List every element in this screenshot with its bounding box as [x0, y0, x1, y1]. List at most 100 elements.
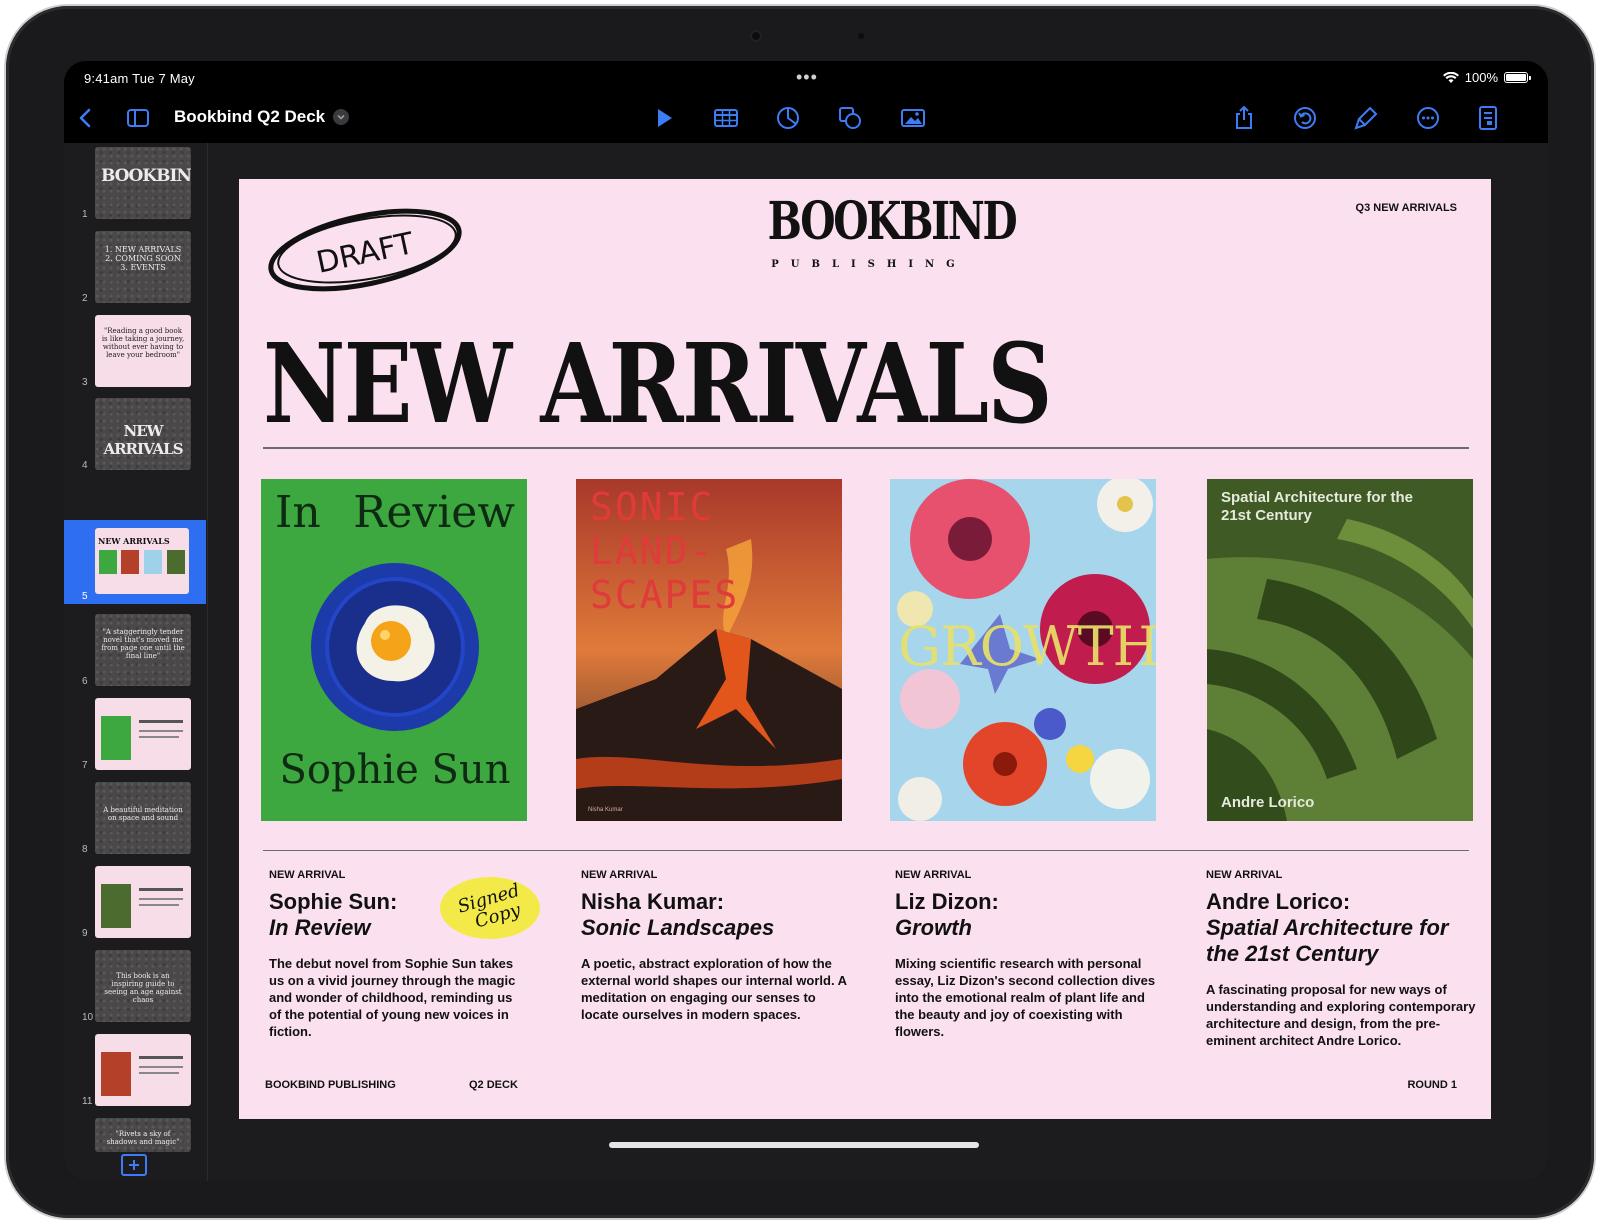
chevron-down-icon	[333, 109, 350, 125]
book-description-4[interactable]: NEW ARRIVAL Andre Lorico: Spatial Archit…	[1206, 869, 1478, 1049]
thumb-cover	[101, 1052, 131, 1096]
thumb-line	[139, 1056, 183, 1059]
media-icon[interactable]	[897, 103, 929, 133]
slide-thumbnail-10[interactable]: This book is an inspiring guide to seein…	[95, 950, 191, 1022]
slide-headline[interactable]: NEW ARRIVALS	[263, 319, 1052, 448]
document-title-menu[interactable]: Bookbind Q2 Deck	[174, 107, 350, 127]
slide-number: 5	[82, 591, 88, 602]
thumb-cover	[167, 550, 185, 574]
slide-number: 7	[82, 760, 88, 771]
status-right: 100%	[1442, 70, 1531, 85]
more-icon[interactable]	[1412, 103, 1444, 133]
add-slide-button[interactable]	[121, 1154, 147, 1176]
slide-thumbnail-9[interactable]	[95, 866, 191, 938]
thumb-line	[139, 730, 183, 732]
book-blurb: The debut novel from Sophie Sun takes us…	[269, 956, 516, 1039]
shapes-icon[interactable]	[834, 103, 866, 133]
thumb-text: NEW ARRIVALS	[103, 422, 183, 458]
book-title: Growth	[895, 915, 972, 940]
battery-percent: 100%	[1464, 70, 1498, 85]
front-camera	[750, 30, 762, 42]
battery-icon	[1504, 72, 1531, 83]
logo-word: BOOKBIND	[767, 191, 1018, 252]
wifi-icon	[1442, 71, 1459, 83]
cover-author: Sophie Sun	[279, 747, 511, 793]
slide-number: 6	[82, 676, 88, 687]
thumb-line	[139, 898, 183, 900]
book-author: Andre Lorico:	[1206, 889, 1351, 914]
book-description-2[interactable]: NEW ARRIVAL Nisha Kumar: Sonic Landscape…	[581, 869, 851, 1023]
thumb-text: NEW ARRIVALS	[98, 536, 170, 546]
slide-thumbnail-4[interactable]: NEW ARRIVALS	[95, 398, 191, 470]
slide-thumbnail-6[interactable]: "A staggeringly tender novel that's move…	[95, 614, 191, 686]
current-slide[interactable]: DRAFT BOOKBIND PUBLISHING Q3 NEW ARRIVAL…	[239, 179, 1491, 1119]
slide-tag: Q3 NEW ARRIVALS	[1355, 202, 1457, 214]
book-blurb: A fascinating proposal for new ways of u…	[1206, 982, 1476, 1048]
thumb-cover	[144, 550, 162, 574]
book-heading: Andre Lorico: Spatial Architecture for t…	[1206, 889, 1478, 967]
new-arrival-tag: NEW ARRIVAL	[1206, 869, 1283, 881]
thumb-line	[139, 888, 183, 891]
share-icon[interactable]	[1228, 103, 1260, 133]
book-cover-spatial-architecture[interactable]: Spatial Architecture for the 21st Centur…	[1207, 479, 1473, 821]
cover-author: Nisha Kumar	[588, 807, 623, 813]
slide-thumbnail-8[interactable]: A beautiful meditation on space and soun…	[95, 782, 191, 854]
status-time: 9:41am Tue 7 May	[84, 71, 195, 86]
book-cover-growth[interactable]: GROWTH	[890, 479, 1156, 821]
book-cover-sonic-landscapes[interactable]: SONIC LAND- SCAPES Nisha Kumar	[576, 479, 842, 821]
thumb-line	[139, 720, 183, 723]
thumb-text: BOOKBIND	[101, 166, 191, 186]
cover-title-right: Review	[353, 487, 515, 538]
slide-number: 8	[82, 844, 88, 855]
cover-title-line: SCAPES	[590, 573, 740, 617]
format-icon[interactable]	[1350, 103, 1382, 133]
cover-title: Spatial Architecture for the 21st Centur…	[1221, 489, 1413, 524]
slide-thumbnail-3[interactable]: "Reading a good book is like taking a jo…	[95, 315, 191, 387]
slide-thumbnail-12[interactable]: "Rivets a sky of shadows and magic"	[95, 1118, 191, 1152]
book-author: Liz Dizon:	[895, 889, 999, 914]
book-title: Spatial Architecture for the 21st Centur…	[1206, 915, 1449, 966]
slide-number: 3	[82, 377, 88, 388]
book-description-3[interactable]: NEW ARRIVAL Liz Dizon: Growth Mixing sci…	[895, 869, 1165, 1040]
thumb-text: "A staggeringly tender novel that's move…	[101, 628, 185, 660]
chart-icon[interactable]	[772, 103, 804, 133]
toolbar: Bookbind Q2 Deck	[64, 95, 1548, 141]
document-icon[interactable]	[1472, 103, 1504, 133]
play-icon[interactable]	[648, 103, 680, 133]
book-cover-in-review[interactable]: In Review Sophie Sun	[261, 479, 527, 821]
slide-number: 9	[82, 928, 88, 939]
table-icon[interactable]	[710, 103, 742, 133]
divider-line	[263, 447, 1469, 449]
footer-left: BOOKBIND PUBLISHING	[265, 1079, 396, 1091]
footer-right: ROUND 1	[1407, 1079, 1457, 1091]
new-arrival-tag: NEW ARRIVAL	[895, 869, 972, 881]
book-heading: Nisha Kumar: Sonic Landscapes	[581, 889, 851, 941]
fried-egg-plate-image	[311, 563, 479, 731]
screen: 9:41am Tue 7 May ••• 100% Bookbind Q2 De…	[64, 61, 1548, 1181]
home-indicator[interactable]	[609, 1142, 979, 1148]
multitasking-dots[interactable]: •••	[796, 67, 818, 88]
slide-thumbnail-7[interactable]	[95, 698, 191, 770]
draft-stamp[interactable]: DRAFT	[263, 205, 467, 295]
thumb-line	[139, 904, 179, 906]
slide-thumbnail-5[interactable]: NEW ARRIVALS	[95, 528, 189, 594]
thumb-text: "Reading a good book is like taking a jo…	[101, 327, 185, 359]
back-icon[interactable]	[70, 103, 102, 133]
divider-line	[263, 850, 1469, 851]
slide-navigator: BOOKBIND 1 1. NEW ARRIVALS 2. COMING SOO…	[64, 143, 207, 1181]
thumb-line	[139, 1066, 183, 1068]
thumb-text: "Rivets a sky of shadows and magic"	[106, 1130, 180, 1146]
slide-thumbnail-11[interactable]	[95, 1034, 191, 1106]
slide-thumbnail-2[interactable]: 1. NEW ARRIVALS 2. COMING SOON 3. EVENTS	[95, 231, 191, 303]
cover-title: SONIC LAND- SCAPES	[590, 485, 739, 617]
footer-mid: Q2 DECK	[469, 1079, 518, 1091]
signed-copy-sticker[interactable]: Signed Copy	[433, 871, 543, 943]
slide-number: 4	[82, 460, 88, 471]
thumb-cover	[101, 716, 131, 760]
slide-thumbnail-1[interactable]: BOOKBIND	[95, 147, 191, 219]
slide-number: 11	[82, 1096, 93, 1107]
sidebar-icon[interactable]	[122, 103, 154, 133]
thumb-text: This book is an inspiring guide to seein…	[104, 972, 182, 1004]
undo-icon[interactable]	[1289, 103, 1321, 133]
logo-subtitle: PUBLISHING	[771, 259, 967, 270]
